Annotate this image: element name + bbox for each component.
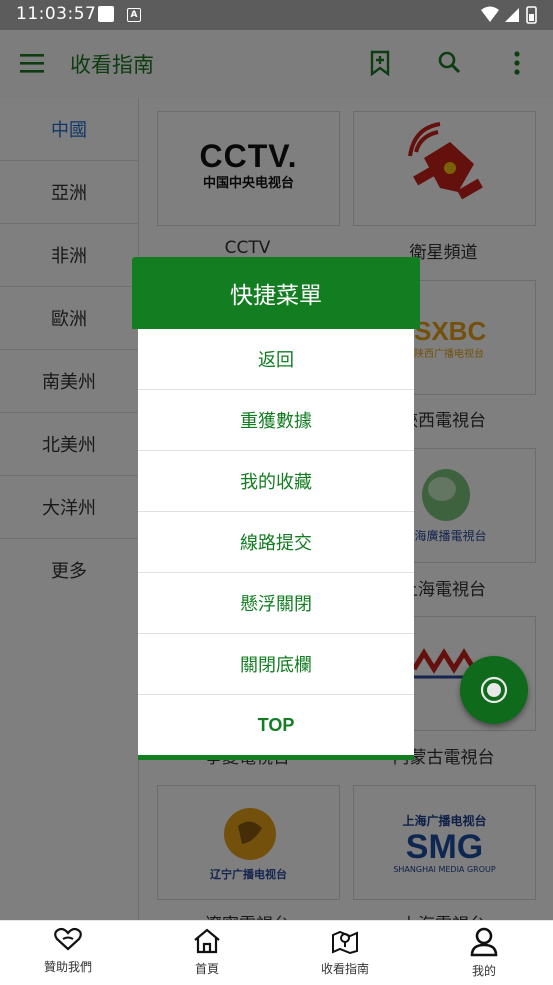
dialog-title: 快捷菜單	[132, 257, 420, 329]
menu-item-close-bottom-bar[interactable]: 關閉底欄	[138, 634, 414, 695]
menu-item-favorites[interactable]: 我的收藏	[138, 451, 414, 512]
nav-item-guide[interactable]: 收看指南	[295, 921, 395, 985]
map-pin-icon	[332, 930, 358, 955]
person-icon	[470, 927, 498, 957]
nav-label: 收看指南	[320, 962, 369, 976]
menu-item-back[interactable]: 返回	[138, 329, 414, 390]
target-icon	[480, 676, 508, 704]
notification-icon	[98, 6, 114, 22]
menu-item-close-float[interactable]: 懸浮關閉	[138, 573, 414, 634]
nav-item-sponsor[interactable]: 贊助我們	[18, 921, 118, 985]
status-time: 11:03:57	[16, 4, 97, 24]
home-icon	[194, 928, 220, 954]
wifi-icon	[481, 6, 499, 22]
heart-hands-icon	[54, 927, 82, 951]
menu-item-reload-data[interactable]: 重獲數據	[138, 390, 414, 451]
nav-label: 我的	[471, 964, 496, 978]
nav-label: 贊助我們	[43, 960, 92, 974]
notification-a-icon: A	[127, 8, 141, 22]
menu-item-top[interactable]: TOP	[138, 695, 414, 755]
bottom-nav: 贊助我們 首頁 收看指南 我的	[0, 920, 553, 985]
status-bar: 11:03:57 A	[0, 0, 553, 30]
floating-action-button[interactable]	[460, 656, 528, 724]
menu-item-submit-line[interactable]: 線路提交	[138, 512, 414, 573]
quick-menu-dialog: 返回 重獲數據 我的收藏 線路提交 懸浮關閉 關閉底欄 TOP	[138, 329, 414, 760]
nav-label: 首頁	[194, 962, 219, 976]
nav-item-mine[interactable]: 我的	[434, 921, 534, 985]
nav-item-home[interactable]: 首頁	[157, 921, 257, 985]
signal-icon	[505, 8, 519, 22]
status-icons	[479, 5, 539, 29]
